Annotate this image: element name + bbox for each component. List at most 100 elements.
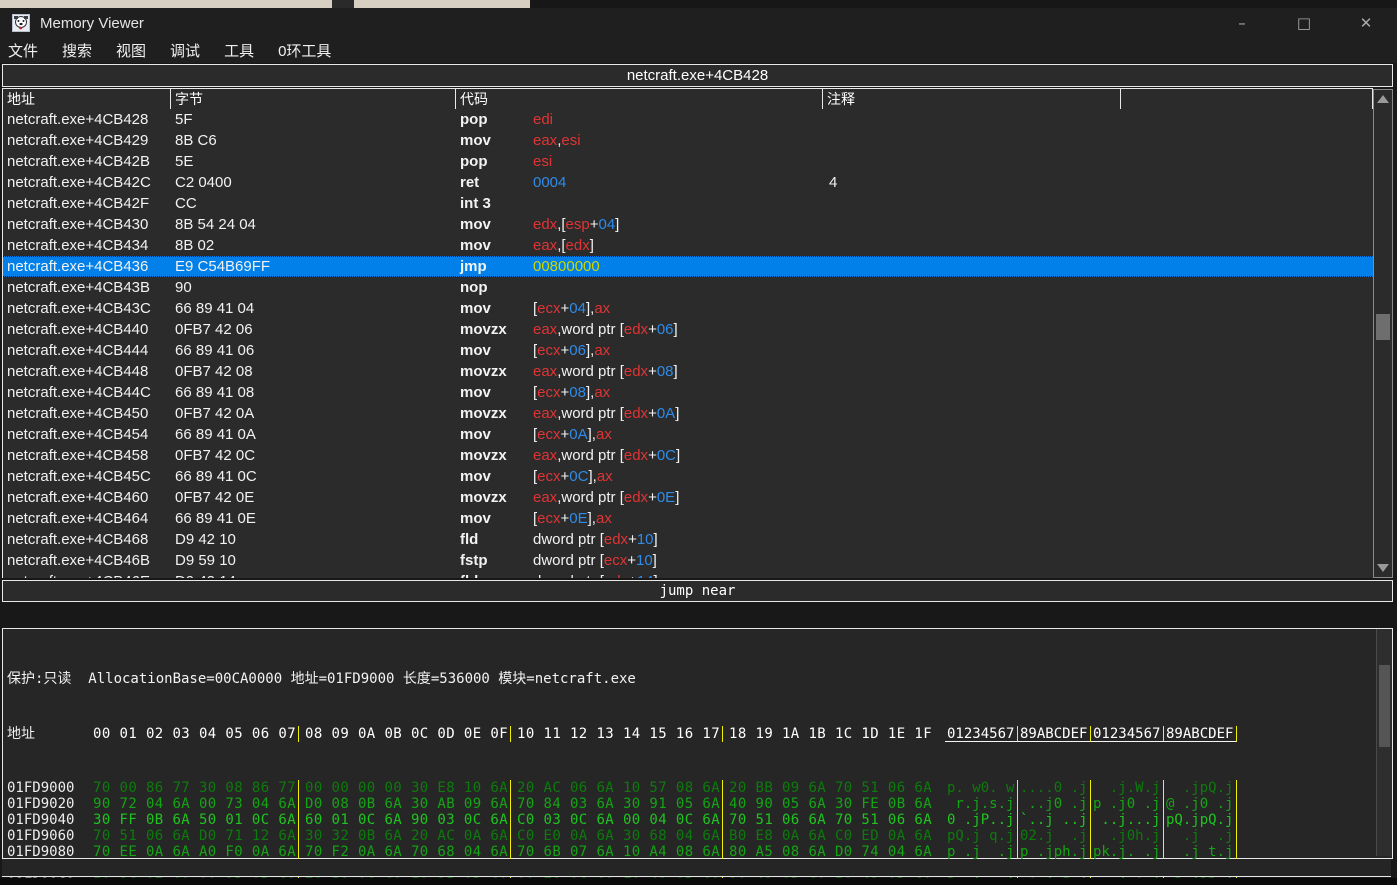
disasm-bytes: E9 C54B69FF (175, 257, 460, 276)
disasm-row[interactable]: netcraft.exe+4CB468D9 42 10flddword ptr … (3, 529, 1374, 550)
menu-item-search[interactable]: 搜索 (50, 40, 104, 61)
disasm-row[interactable]: netcraft.exe+4CB45C66 89 41 0Cmov[ecx+0C… (3, 466, 1374, 487)
disasm-mnemonic: mov (460, 340, 533, 361)
operand-token: 08 (657, 363, 674, 380)
column-header-address[interactable]: 地址 (3, 89, 171, 109)
operand-token: ] (676, 447, 680, 464)
disasm-mnemonic: pop (460, 151, 533, 172)
disasm-row[interactable]: netcraft.exe+4CB45466 89 41 0Amov[ecx+0A… (3, 424, 1374, 445)
menu-item-debug[interactable]: 调试 (158, 40, 212, 61)
hex-row[interactable]: 01FD902090 72 04 6A 00 73 04 6AD0 08 0B … (3, 796, 1392, 812)
disasm-row[interactable]: netcraft.exe+4CB4580FB7 42 0Cmovzxeax,wo… (3, 445, 1374, 466)
disasm-operands: [ecx+08],ax (533, 382, 827, 403)
disasm-row[interactable]: netcraft.exe+4CB4500FB7 42 0Amovzxeax,wo… (3, 403, 1374, 424)
operand-token: 06 (569, 342, 586, 359)
disasm-address: netcraft.exe+4CB43C (3, 298, 175, 319)
disasm-mnemonic: jmp (460, 257, 533, 276)
operand-token: 0004 (533, 174, 566, 191)
menu-item-ring0-tools[interactable]: 0环工具 (266, 40, 343, 61)
disasm-row[interactable]: netcraft.exe+4CB4298B C6moveax,esi (3, 130, 1374, 151)
memory-region-info: 保护:只读 AllocationBase=00CA0000 地址=01FD900… (3, 670, 1392, 688)
disasm-operands: [ecx+04],ax (533, 298, 827, 319)
hex-ascii-group: p .j .j (945, 844, 1018, 860)
disasm-operands: eax,word ptr [edx+06] (533, 319, 827, 340)
disasm-comment (827, 508, 1374, 529)
disasm-bytes: 0FB7 42 0E (175, 487, 460, 508)
scrollbar-down-icon[interactable] (1377, 564, 1389, 572)
disasm-scrollbar[interactable] (1373, 89, 1393, 578)
disasm-row[interactable]: netcraft.exe+4CB4480FB7 42 08movzxeax,wo… (3, 361, 1374, 382)
disasm-scrollbar-thumb[interactable] (1376, 314, 1390, 340)
disasm-address: netcraft.exe+4CB458 (3, 445, 175, 466)
disasm-row[interactable]: netcraft.exe+4CB4400FB7 42 06movzxeax,wo… (3, 319, 1374, 340)
disasm-row[interactable]: netcraft.exe+4CB46ED9 42 14flddword ptr … (3, 571, 1374, 578)
operand-token: ], (588, 426, 596, 443)
menu-item-tools[interactable]: 工具 (212, 40, 266, 61)
hex-scrollbar[interactable] (1376, 629, 1392, 856)
menu-item-file[interactable]: 文件 (0, 40, 50, 61)
disasm-operands (533, 193, 827, 214)
disasm-row[interactable]: netcraft.exe+4CB43B90nop (3, 277, 1374, 298)
menu-item-view[interactable]: 视图 (104, 40, 158, 61)
operand-token: ] (615, 216, 619, 233)
operand-token: edx (604, 573, 628, 578)
operand-token: 0E (657, 489, 675, 506)
disasm-comment (827, 319, 1374, 340)
disasm-address: netcraft.exe+4CB429 (3, 130, 175, 151)
column-header-code[interactable]: 代码 (456, 89, 823, 109)
column-header-bytes[interactable]: 字节 (171, 89, 456, 109)
scrollbar-up-icon[interactable] (1377, 95, 1389, 103)
hex-row[interactable]: 01FD906070 51 06 6A D0 71 12 6A30 32 0B … (3, 828, 1392, 844)
disasm-comment (827, 529, 1374, 550)
close-button[interactable]: ✕ (1335, 8, 1397, 38)
disasm-row[interactable]: netcraft.exe+4CB4600FB7 42 0Emovzxeax,wo… (3, 487, 1374, 508)
disasm-row[interactable]: netcraft.exe+4CB4308B 54 24 04movedx,[es… (3, 214, 1374, 235)
minimize-button[interactable]: – (1211, 8, 1273, 38)
operand-token: ] (653, 552, 657, 569)
operand-token: ecx (537, 384, 560, 401)
disasm-row[interactable]: netcraft.exe+4CB43C66 89 41 04mov[ecx+04… (3, 298, 1374, 319)
maximize-button[interactable]: □ (1273, 8, 1335, 38)
hex-row[interactable]: 01FD904030 FF 0B 6A 50 01 0C 6A60 01 0C … (3, 812, 1392, 828)
hex-byte-group: 70 EE 0A 6A A0 F0 0A 6A (87, 844, 299, 860)
hex-byte-group: 80 A5 08 6A D0 74 04 6A (723, 844, 935, 860)
disasm-operands: 0004 (533, 172, 827, 193)
hex-ascii-labels-0: 01234567 (945, 726, 1018, 742)
hex-ascii-group: `..j ..j (1018, 812, 1091, 828)
disasm-row[interactable]: netcraft.exe+4CB4348B 02moveax,[edx] (3, 235, 1374, 256)
hex-row[interactable]: 01FD908070 EE 0A 6A A0 F0 0A 6A70 F2 0A … (3, 844, 1392, 860)
disasm-comment (827, 130, 1374, 151)
operand-token: + (561, 426, 570, 443)
disasm-bytes: 0FB7 42 06 (175, 319, 460, 340)
disasm-row[interactable]: netcraft.exe+4CB46BD9 59 10fstpdword ptr… (3, 550, 1374, 571)
hex-ascii-group: r.j.s.j (945, 796, 1018, 812)
disasm-row-selected[interactable]: netcraft.exe+4CB436E9 C54B69FFjmp0080000… (3, 256, 1374, 277)
disasm-row[interactable]: netcraft.exe+4CB4285Fpopedi (3, 109, 1374, 130)
operand-token: ecx (537, 426, 560, 443)
disasm-bytes: 66 89 41 06 (175, 340, 460, 361)
operand-token: ,[ (557, 216, 565, 233)
disasm-operands: eax,word ptr [edx+0C] (533, 445, 827, 466)
disasm-bytes: 66 89 41 0E (175, 508, 460, 529)
hex-row[interactable]: 01FD900070 00 86 77 30 08 86 7700 00 00 … (3, 780, 1392, 796)
operand-token: 00800000 (533, 258, 600, 275)
disasm-operands: dword ptr [edx+10] (533, 529, 827, 550)
disasm-current-address-header[interactable]: netcraft.exe+4CB428 (2, 64, 1393, 87)
operand-token: ax (596, 426, 612, 443)
disasm-row[interactable]: netcraft.exe+4CB44C66 89 41 08mov[ecx+08… (3, 382, 1374, 403)
column-header-comment[interactable]: 注释 (823, 89, 1121, 109)
disasm-column-header: 地址 字节 代码 注释 (2, 88, 1373, 110)
hex-scrollbar-thumb[interactable] (1379, 665, 1390, 747)
disasm-row[interactable]: netcraft.exe+4CB44466 89 41 06mov[ecx+06… (3, 340, 1374, 361)
disasm-comment (827, 550, 1374, 571)
disasm-row[interactable]: netcraft.exe+4CB42B5Epopesi (3, 151, 1374, 172)
hex-byte-group: B0 E8 0A 6A C0 ED 0A 6A (723, 828, 935, 844)
disasm-bytes: D9 42 10 (175, 529, 460, 550)
disasm-row[interactable]: netcraft.exe+4CB46466 89 41 0Emov[ecx+0E… (3, 508, 1374, 529)
disasm-comment (827, 193, 1374, 214)
disasm-row[interactable]: netcraft.exe+4CB42CC2 0400ret00044 (3, 172, 1374, 193)
disasm-row[interactable]: netcraft.exe+4CB42FCCint 3 (3, 193, 1374, 214)
hex-ascii-group: .j0h.j (1091, 828, 1164, 844)
disasm-address: netcraft.exe+4CB450 (3, 403, 175, 424)
hex-byte-group: 40 90 05 6A 30 FE 0B 6A (723, 796, 935, 812)
